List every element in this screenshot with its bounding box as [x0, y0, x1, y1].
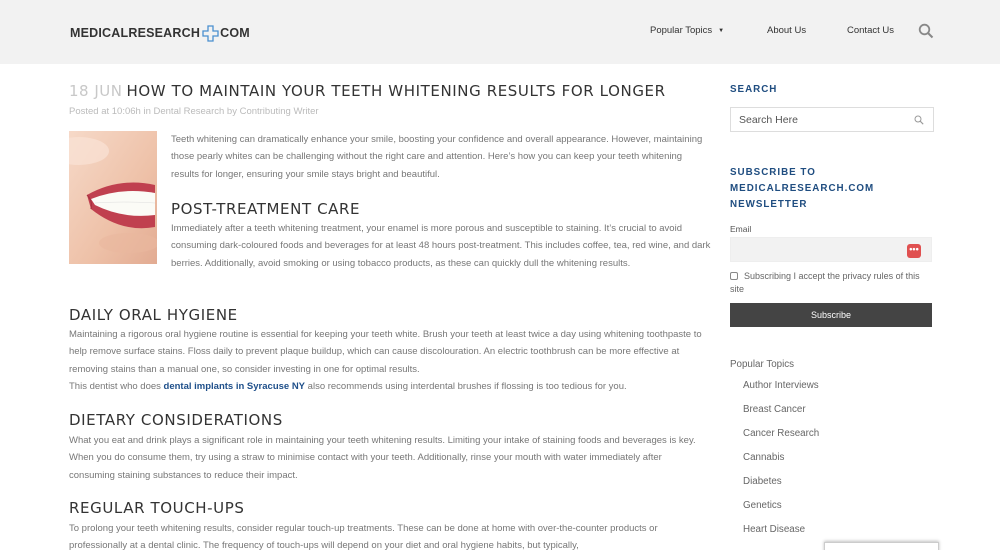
site-logo[interactable]: MEDICALRESEARCH COM — [70, 21, 250, 45]
privacy-consent-checkbox[interactable] — [730, 272, 738, 280]
dentist-text-before: This dentist who does — [69, 381, 164, 392]
dental-implants-link[interactable]: dental implants in Syracuse NY — [164, 381, 306, 392]
topic-link[interactable]: Genetics — [743, 500, 782, 511]
topic-link[interactable]: Cancer Research — [743, 428, 819, 439]
section-post-treatment-body: Immediately after a teeth whitening trea… — [171, 223, 711, 269]
sidebar-popular-topics-heading: Popular Topics — [730, 359, 795, 370]
heading-daily-oral-hygiene: DAILY ORAL HYGIENE — [69, 306, 238, 324]
nav-popular-topics[interactable]: Popular Topics ▼ — [650, 25, 724, 36]
section-daily-oral-hygiene-body: Maintaining a rigorous oral hygiene rout… — [69, 329, 702, 375]
article-date: 18 JUN — [69, 82, 123, 100]
topic-link[interactable]: Author Interviews — [743, 380, 819, 391]
search-icon[interactable] — [918, 23, 934, 39]
topic-link[interactable]: Diabetes — [743, 476, 782, 487]
article-meta: Posted at 10:06h in Dental Research by C… — [69, 106, 319, 117]
topic-link[interactable]: Heart Disease — [743, 524, 805, 535]
sidebar-subscribe-heading: SUBSCRIBE TO MEDICALRESEARCH.COM NEWSLET… — [730, 167, 875, 210]
logo-text-right: COM — [220, 26, 250, 40]
nav-popular-topics-label: Popular Topics — [650, 25, 713, 36]
medical-cross-icon — [202, 24, 219, 42]
search-icon[interactable] — [914, 115, 924, 125]
subscribe-button[interactable]: Subscribe — [730, 303, 932, 327]
heading-regular-touch-ups: REGULAR TOUCH-UPS — [69, 499, 245, 517]
autofill-dots-icon[interactable]: ••• — [907, 244, 921, 258]
nav-contact-us[interactable]: Contact Us — [847, 25, 894, 36]
caret-down-icon: ▼ — [718, 28, 725, 34]
section-dietary-considerations-body: What you eat and drink plays a significa… — [69, 435, 696, 481]
site-header: MEDICALRESEARCH COM Popular Topics ▼ Abou… — [0, 0, 1000, 64]
article-intro: Teeth whitening can dramatically enhance… — [171, 134, 703, 180]
section-daily-oral-hygiene-extra: This dentist who does dental implants in… — [69, 378, 709, 395]
privacy-consent-label: Subscribing I accept the privacy rules o… — [730, 271, 920, 294]
sidebar-search-input[interactable] — [731, 108, 911, 131]
sidebar-search-box — [730, 107, 934, 132]
nav-about-us[interactable]: About Us — [767, 25, 806, 36]
article-title-row: 18 JUN HOW TO MAINTAIN YOUR TEETH WHITENI… — [69, 82, 666, 101]
email-label: Email — [730, 224, 752, 234]
topic-link[interactable]: Cannabis — [743, 452, 784, 463]
heading-post-treatment: POST-TREATMENT CARE — [171, 200, 361, 218]
floating-widget-tab[interactable] — [824, 542, 939, 550]
sidebar-search-heading: SEARCH — [730, 84, 778, 95]
smile-photo — [69, 131, 157, 264]
section-regular-touch-ups-body: To prolong your teeth whitening results,… — [69, 523, 658, 550]
logo-text-left: MEDICALRESEARCH — [70, 26, 201, 40]
heading-dietary-considerations: DIETARY CONSIDERATIONS — [69, 411, 283, 429]
email-field[interactable]: ••• — [730, 237, 932, 262]
article-title: HOW TO MAINTAIN YOUR TEETH WHITENING RES… — [126, 82, 666, 100]
privacy-consent: Subscribing I accept the privacy rules o… — [730, 270, 930, 296]
topic-link[interactable]: Breast Cancer — [743, 404, 806, 415]
dentist-text-after: also recommends using interdental brushe… — [305, 381, 627, 392]
